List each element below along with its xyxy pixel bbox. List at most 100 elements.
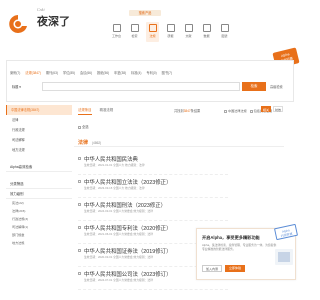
nav-label: 研报 [167, 34, 174, 38]
category-header: 法律 (4862) [74, 137, 284, 147]
checkbox-icon [249, 109, 253, 113]
nav-item-graph[interactable]: 图谱 [218, 22, 231, 42]
top-badge[interactable]: 搜索产品 [129, 10, 161, 16]
result-prefix: 共找到 [174, 109, 184, 113]
sidebar-sub-item[interactable]: 司法解释(1) [6, 223, 72, 231]
nav-item-doc[interactable]: 文献 [182, 22, 195, 42]
nav-label: 文献 [185, 34, 192, 38]
sidebar-item[interactable]: 法律 [6, 115, 72, 125]
sort-relevance-button[interactable]: 相关 [261, 106, 271, 112]
law-icon [148, 24, 157, 32]
filter-tab[interactable]: 专利(0) [146, 70, 156, 75]
promo-description: Alpha，集法律检索、案件管理、专业服务为一体，为您提供专业精准的智能法律服务… [202, 243, 277, 251]
header: Cnki 夜深了 搜索产品 工作台 检索 法规 研报 文献 数据 图谱 [0, 0, 300, 60]
filter-tab-active[interactable]: 法规(3847) [25, 70, 41, 75]
tab-precise[interactable]: 精准法规 [100, 107, 114, 115]
result-tabs: 法规条目 精准法规 [78, 107, 113, 115]
sort-time-button[interactable]: 时效 [273, 106, 283, 112]
nav-label: 检索 [131, 34, 138, 38]
result-checkbox[interactable] [78, 179, 81, 183]
filter-tab[interactable]: 报纸(56) [97, 70, 109, 75]
logo-icon[interactable] [6, 12, 30, 36]
filter-panel [6, 60, 294, 102]
result-suffix: 条结果 [190, 109, 201, 113]
category-title: 法律 [78, 140, 89, 146]
result-title[interactable]: 中华人民共和国刑法（2023修正） [84, 201, 166, 209]
sidebar-divider [6, 172, 72, 179]
checkbox-icon [78, 125, 81, 129]
result-meta: 生效日期：2023-03-15 全国人大 效力级别：法律 [84, 186, 145, 190]
result-meta: 生效日期：2024-03-01 全国人大常委会 效力级别：法律 [84, 209, 154, 213]
brand-title: 夜深了 [37, 15, 70, 28]
promo-title: 开启Alpha，享受更多精彩功能 [202, 235, 260, 240]
sidebar-item[interactable]: 行政法规 [6, 125, 72, 135]
try-now-button[interactable]: 立即体验 [225, 265, 245, 272]
result-title[interactable]: 中华人民共和国民法典 [84, 155, 138, 163]
sidebar-sub-item[interactable]: 法律(215) [6, 207, 72, 215]
brand-subtitle: Cnki [37, 7, 45, 12]
nav-label: 图谱 [221, 34, 228, 38]
tab-law-items[interactable]: 法规条目 [78, 107, 92, 115]
filter-tab[interactable]: 会议(66) [80, 70, 92, 75]
result-checkbox[interactable] [78, 271, 81, 275]
sidebar-section-level[interactable]: 效力级别 [6, 189, 72, 199]
filter-tab[interactable]: 期刊(63) [46, 70, 58, 75]
data-icon [202, 24, 211, 32]
main-nav: 工作台 检索 法规 研报 文献 数据 图谱 [110, 22, 231, 42]
result-title[interactable]: 中华人民共和国立法法（2023修正） [84, 178, 171, 186]
sidebar-sub-item[interactable]: 地方法规 [6, 239, 72, 247]
filter-tab[interactable]: 标准(4) [131, 70, 141, 75]
result-item[interactable]: 中华人民共和国立法法（2023修正） 生效日期：2023-03-15 全国人大 … [78, 176, 228, 198]
graph-icon [220, 24, 229, 32]
advanced-search-link[interactable]: 高级检索 [270, 84, 283, 89]
checkbox-label: 中国法律法规 [228, 109, 247, 113]
category-count: (4862) [92, 140, 102, 145]
book-illustration-icon [275, 249, 293, 265]
sidebar-item[interactable]: 地方法规 [6, 145, 72, 155]
filter-tab[interactable]: 图书(7) [162, 70, 172, 75]
filter-tab[interactable]: 案例(7) [10, 70, 20, 75]
result-checkbox[interactable] [78, 156, 81, 160]
select-all-label: 全选 [82, 125, 89, 129]
field-select[interactable]: 标题 ▾ [12, 84, 21, 89]
nav-label: 工作台 [111, 34, 121, 38]
nav-item-report[interactable]: 研报 [164, 22, 177, 42]
sidebar-sub-item[interactable]: 行政法规(3) [6, 215, 72, 223]
result-title[interactable]: 中华人民共和国证券法（2019修订） [84, 247, 171, 255]
checkbox-cn-law[interactable]: 中国法律法规 [224, 108, 247, 113]
result-meta: 生效日期：2024-07-01 全国人大常委会 效力级别：法律 [84, 278, 154, 282]
sort-controls: 相关 时效 [261, 106, 283, 112]
search-button[interactable]: 检索 [242, 82, 266, 91]
result-checkbox[interactable] [78, 202, 81, 206]
nav-item-data[interactable]: 数据 [200, 22, 213, 42]
select-all[interactable]: 全选 [78, 124, 89, 129]
search-icon [130, 24, 139, 32]
filter-tab[interactable]: 年鉴(38) [114, 70, 126, 75]
sidebar-sub-item[interactable]: 宪法(22) [6, 199, 72, 207]
report-icon [166, 24, 175, 32]
join-beta-button[interactable]: 加入内测 [202, 265, 222, 272]
nav-item-desk[interactable]: 工作台 [110, 22, 123, 42]
result-item[interactable]: 中华人民共和国民法典 生效日期：2021-01-01 全国人大 效力级别：法律 [78, 153, 228, 175]
result-checkbox[interactable] [78, 248, 81, 252]
sidebar-section-filter: 分类筛选 [6, 179, 72, 189]
result-item[interactable]: 中华人民共和国刑法（2023修正） 生效日期：2024-03-01 全国人大常委… [78, 199, 228, 221]
result-checkbox[interactable] [78, 225, 81, 229]
sidebar-item[interactable]: 司法解释 [6, 135, 72, 145]
sidebar-divider [6, 155, 72, 162]
result-title[interactable]: 中华人民共和国专利法（2020修正） [84, 224, 171, 232]
result-meta: 生效日期：2020-03-01 全国人大常委会 效力级别：法律 [84, 255, 154, 259]
nav-item-search[interactable]: 检索 [128, 22, 141, 42]
desk-icon [112, 24, 121, 32]
nav-item-law[interactable]: 法规 [146, 22, 159, 42]
filter-tab[interactable]: 学位(85) [63, 70, 75, 75]
search-input[interactable] [42, 82, 240, 91]
sidebar-sub-item[interactable]: 部门规章 [6, 231, 72, 239]
result-meta: 生效日期：2021-01-01 全国人大 效力级别：法律 [84, 163, 145, 167]
sidebar-section-alpha[interactable]: Alpha高效检索 [6, 162, 72, 172]
sidebar-head[interactable]: 中国法律法规(3847) [6, 105, 72, 115]
sidebar: 中国法律法规(3847) 法律 行政法规 司法解释 地方法规 Alpha高效检索… [6, 105, 72, 300]
result-title[interactable]: 中华人民共和国公司法（2023修订） [84, 270, 171, 278]
result-number: 3847 [183, 109, 191, 113]
result-count: 共找到3847条结果 [174, 108, 200, 113]
